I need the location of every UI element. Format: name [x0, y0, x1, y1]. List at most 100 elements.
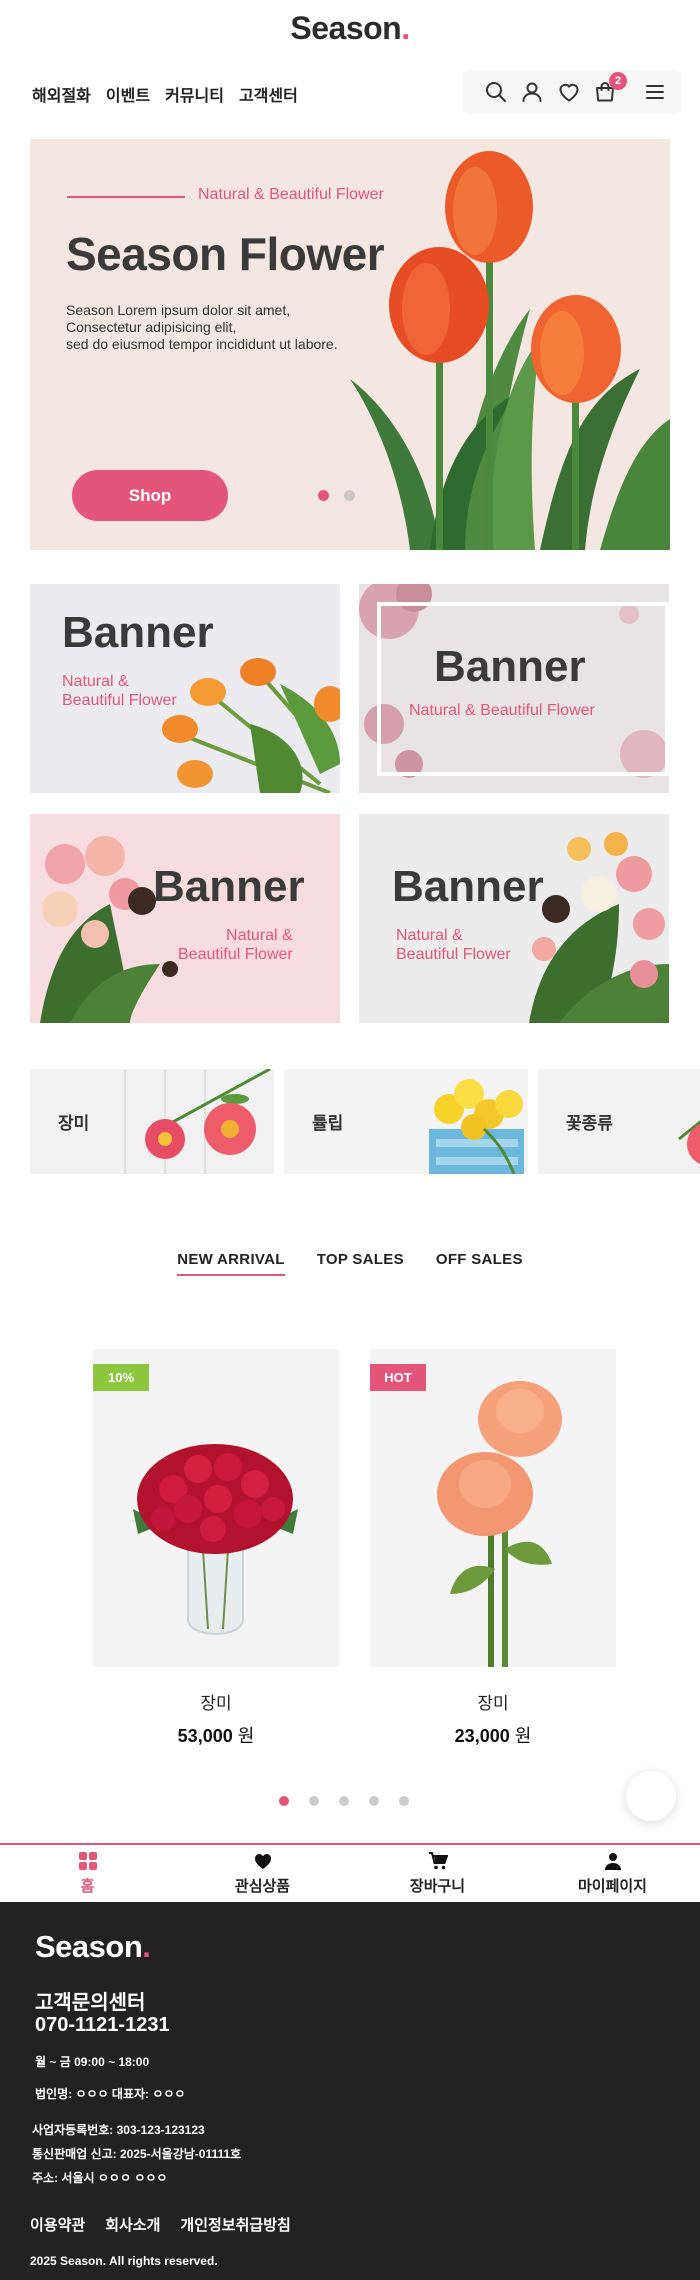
- footer-logo[interactable]: Season.: [35, 1929, 151, 1965]
- bottom-nav-home[interactable]: 홈: [0, 1845, 175, 1902]
- hero-kicker-line: [67, 196, 185, 198]
- grid-home-icon: [78, 1852, 97, 1870]
- category-label: 꽃종류: [566, 1114, 613, 1133]
- price-amount: 53,000: [177, 1726, 233, 1746]
- terms-link[interactable]: 이용약관: [30, 2214, 85, 2235]
- bottom-nav-label: 마이페이지: [577, 1878, 647, 1895]
- business-hours: 월 ~ 금 09:00 ~ 18:00: [35, 2055, 150, 2069]
- banner-2-title: Banner: [434, 642, 586, 691]
- product-page-dot[interactable]: [399, 1796, 409, 1806]
- product-card-1[interactable]: 10% 장미 53,000 원: [93, 1349, 339, 1748]
- hero-description: Season Lorem ipsum dolor sit amet, Conse…: [66, 302, 338, 352]
- banner-2-subtitle: Natural & Beautiful Flower: [409, 702, 595, 719]
- price-currency: 원: [514, 1726, 532, 1746]
- price-amount: 23,000: [454, 1726, 510, 1746]
- hero-dot[interactable]: [344, 490, 355, 501]
- banner-1-title: Banner: [62, 608, 214, 657]
- bottom-nav-label: 장바구니: [409, 1878, 466, 1895]
- tab-top-sales[interactable]: TOP SALES: [317, 1251, 404, 1276]
- about-link[interactable]: 회사소개: [105, 2214, 160, 2235]
- product-price: 53,000 원: [93, 1722, 339, 1748]
- tab-new-arrival[interactable]: NEW ARRIVAL: [177, 1251, 285, 1276]
- category-flower-types-image: [678, 1120, 700, 1165]
- cart-count-badge: 2: [609, 72, 627, 90]
- shopping-bag-icon[interactable]: 2: [593, 72, 627, 104]
- copyright: 2025 Season. All rights reserved.: [30, 2254, 218, 2268]
- product-name[interactable]: 장미: [370, 1689, 616, 1714]
- category-rose[interactable]: 장미: [30, 1069, 274, 1174]
- discount-badge: 10%: [93, 1364, 149, 1391]
- banner-4-title: Banner: [392, 862, 544, 911]
- nav-item-customer-center[interactable]: 고객센터: [239, 82, 298, 106]
- bottom-nav-mypage[interactable]: 마이페이지: [525, 1845, 700, 1902]
- product-page-dot[interactable]: [279, 1796, 289, 1806]
- hot-badge: HOT: [370, 1364, 426, 1391]
- product-image[interactable]: HOT: [370, 1349, 616, 1667]
- tab-off-sales[interactable]: OFF SALES: [436, 1251, 523, 1276]
- banner-1[interactable]: Banner Natural & Beautiful Flower: [30, 584, 340, 793]
- ecommerce-registration: 통신판매업 신고: 2025-서울강남-01111호: [32, 2147, 242, 2161]
- footer-links: 이용약관 회사소개 개인정보취급방침: [30, 2214, 291, 2235]
- hamburger-menu-icon[interactable]: [643, 80, 667, 104]
- corporation-info: 법인명: ㅇㅇㅇ 대표자: ㅇㅇㅇ: [35, 2087, 186, 2101]
- product-pagination: [279, 1796, 409, 1806]
- product-page-dot[interactable]: [339, 1796, 349, 1806]
- scroll-top-button[interactable]: [626, 1771, 676, 1821]
- category-label: 튤립: [312, 1114, 344, 1133]
- footer-logo-text: Season: [35, 1929, 143, 1964]
- hero-slider: Natural & Beautiful Flower Season Flower…: [30, 139, 670, 550]
- banner-1-subtitle: Natural & Beautiful Flower: [62, 673, 177, 709]
- nav-item-community[interactable]: 커뮤니티: [165, 82, 224, 106]
- banner-4[interactable]: Banner Natural & Beautiful Flower: [359, 814, 669, 1023]
- category-label: 장미: [58, 1114, 90, 1133]
- footer: Season. 고객문의센터 070-1121-1231 월 ~ 금 09:00…: [0, 1902, 700, 2280]
- product-page-dot[interactable]: [309, 1796, 319, 1806]
- site-logo[interactable]: Season.: [0, 10, 700, 47]
- customer-center-title: 고객문의센터: [35, 1992, 146, 2014]
- bottom-nav-label: 관심상품: [234, 1878, 291, 1895]
- logo-text: Season: [290, 10, 402, 46]
- heart-icon[interactable]: [557, 80, 581, 104]
- product-page-dot[interactable]: [369, 1796, 379, 1806]
- category-tulip[interactable]: 튤립: [284, 1069, 528, 1174]
- header-icon-bar: 2: [463, 70, 681, 114]
- banner-4-flowers-image: [529, 832, 669, 1023]
- hero-kicker: Natural & Beautiful Flower: [198, 186, 384, 203]
- banner-3-title: Banner: [153, 862, 305, 911]
- customer-center-phone[interactable]: 070-1121-1231: [35, 2014, 170, 2037]
- product-image[interactable]: 10%: [93, 1349, 339, 1667]
- bottom-nav-label: 홈: [80, 1878, 95, 1895]
- price-currency: 원: [237, 1726, 255, 1746]
- address: 주소: 서울시 ㅇㅇㅇ ㅇㅇㅇ: [32, 2171, 168, 2185]
- product-tabs: NEW ARRIVAL TOP SALES OFF SALES: [0, 1251, 700, 1276]
- bottom-nav-cart[interactable]: 장바구니: [350, 1845, 525, 1902]
- user-icon[interactable]: [520, 80, 544, 104]
- bottom-nav: 홈 관심상품 장바구니 마이페이지: [0, 1843, 700, 1902]
- business-registration: 사업자등록번호: 303-123-123123: [32, 2123, 205, 2137]
- cart-icon: [428, 1852, 448, 1870]
- footer-logo-dot: .: [142, 1929, 151, 1964]
- person-icon: [604, 1853, 621, 1870]
- rose-bouquet-image: [133, 1444, 298, 1635]
- hero-title: Season Flower: [66, 228, 385, 280]
- shop-button[interactable]: Shop: [72, 470, 228, 521]
- hero-dot[interactable]: [318, 490, 329, 501]
- hero-pagination: [318, 490, 355, 501]
- product-card-2[interactable]: HOT 장미 23,000 원: [370, 1349, 616, 1748]
- banner-3[interactable]: Banner Natural & Beautiful Flower: [30, 814, 340, 1023]
- peach-rose-image: [437, 1381, 562, 1667]
- banner-3-flowers-image: [40, 836, 178, 1023]
- top-nav: 해외절화 이벤트 커뮤니티 고객센터: [32, 82, 298, 106]
- bottom-nav-wishlist[interactable]: 관심상품: [175, 1845, 350, 1902]
- product-name[interactable]: 장미: [93, 1689, 339, 1714]
- product-price: 23,000 원: [370, 1722, 616, 1748]
- privacy-link[interactable]: 개인정보취급방침: [180, 2214, 290, 2235]
- banner-2[interactable]: Banner Natural & Beautiful Flower: [359, 584, 669, 793]
- heart-icon: [254, 1854, 271, 1869]
- banner-3-subtitle: Natural & Beautiful Flower: [178, 927, 293, 963]
- nav-item-events[interactable]: 이벤트: [106, 82, 150, 106]
- banner-4-subtitle: Natural & Beautiful Flower: [396, 927, 511, 963]
- nav-item-overseas-flowers[interactable]: 해외절화: [32, 82, 91, 106]
- category-flower-types[interactable]: 꽃종류: [538, 1069, 700, 1174]
- search-icon[interactable]: [484, 80, 508, 104]
